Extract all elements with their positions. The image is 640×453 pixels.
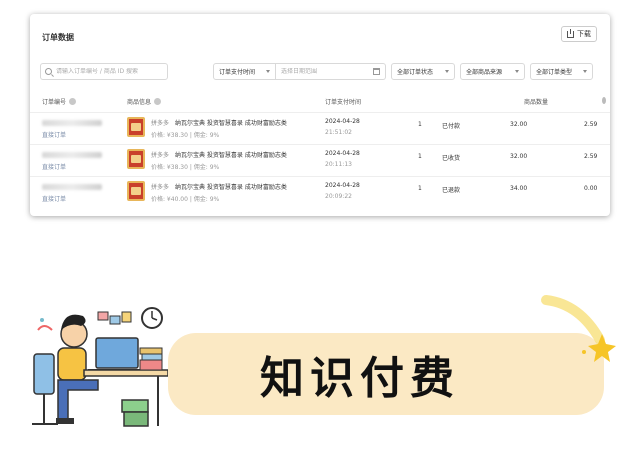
orders-card: 订单数据 下载 订单支付时间 全部订单状态 全部商品来源 全部订单类型 订单编号… [30,14,610,216]
header-more [602,97,606,104]
box-stack [121,399,149,427]
download-icon [567,28,574,38]
source-select[interactable]: 全部商品来源 [460,63,525,80]
header-order-id: 订单编号 [42,97,77,106]
source-value: 全部商品来源 [466,69,503,76]
order-type: 直接订单 [42,132,67,139]
product-name[interactable]: 纳瓦尔宝典 投资智慧喜录 成功财富励志类 [175,118,317,127]
commission: 2.59 [584,121,598,128]
shop-name: 拼多多 [151,184,170,191]
person-at-laptop-illustration [32,307,169,427]
header-label: 商品数量 [524,99,549,106]
product-name[interactable]: 纳瓦尔宝典 投资智慧喜录 成功财富励志类 [175,182,317,191]
pay-date: 2024-04-28 [325,118,360,125]
search-input[interactable] [56,68,161,75]
card-title: 订单数据 [42,33,74,42]
banner-title: 知识付费 [260,353,460,404]
shop-name: 拼多多 [151,120,170,127]
header-label: 订单编号 [42,99,67,106]
shooting-star-icon [541,295,616,362]
download-label: 下载 [577,30,591,38]
help-icon [602,97,606,104]
table-header: 订单编号 商品信息 订单支付时间 商品数量 [30,94,610,110]
product-thumbnail [127,117,145,137]
chevron-down-icon [583,70,587,73]
product-price: 价格: ¥38.30 | 佣金: 9% [151,164,220,171]
order-id-blurred [42,120,102,126]
pay-date: 2024-04-28 [325,182,360,189]
product-price: 价格: ¥40.00 | 佣金: 9% [151,196,220,203]
quantity: 1 [418,185,422,192]
chevron-down-icon [266,70,270,73]
commission: 0.00 [584,185,598,192]
chair [32,353,58,425]
pay-time: 20:09:22 [325,193,352,200]
download-button[interactable]: 下载 [561,26,597,42]
calendar-icon [373,68,380,75]
laptop-icon [88,337,140,371]
pay-time: 20:11:13 [325,161,352,168]
date-range-picker[interactable] [276,63,386,80]
table-row[interactable]: 直接订单 拼多多 纳瓦尔宝典 投资智慧喜录 成功财富励志类 价格: ¥38.30… [30,144,610,175]
product-price: 价格: ¥38.30 | 佣金: 9% [151,132,220,139]
header-product-info: 商品信息 [127,97,162,106]
order-id-blurred [42,184,102,190]
pay-date: 2024-04-28 [325,150,360,157]
header-pay-time: 订单支付时间 [325,97,361,106]
date-range-input[interactable] [281,68,361,75]
header-quantity: 商品数量 [524,97,548,106]
product-name[interactable]: 纳瓦尔宝典 投资智慧喜录 成功财富励志类 [175,150,317,159]
order-status: 已付款 [442,123,461,130]
amount: 32.00 [510,121,528,128]
chevron-down-icon [445,70,449,73]
order-type: 直接订单 [42,164,67,171]
amount: 34.00 [510,185,528,192]
help-icon[interactable] [154,98,162,105]
product-thumbnail [127,149,145,169]
order-type-select[interactable]: 全部订单类型 [530,63,593,80]
order-status: 已退款 [442,187,461,194]
order-type-value: 全部订单类型 [536,69,573,76]
wall-clock-icon [141,307,163,329]
quantity: 1 [418,121,422,128]
pay-time: 21:51:02 [325,129,352,136]
search-box[interactable] [40,63,168,80]
search-icon [45,68,52,75]
commission: 2.59 [584,153,598,160]
status-select[interactable]: 全部订单状态 [391,63,455,80]
header-label: 商品信息 [127,99,152,106]
chevron-down-icon [515,70,519,73]
time-type-value: 订单支付时间 [219,69,256,76]
help-icon[interactable] [69,98,77,105]
table-row[interactable]: 直接订单 拼多多 纳瓦尔宝典 投资智慧喜录 成功财富励志类 价格: ¥40.00… [30,176,610,207]
shop-name: 拼多多 [151,152,170,159]
quantity: 1 [418,153,422,160]
table-row[interactable]: 直接订单 拼多多 纳瓦尔宝典 投资智慧喜录 成功财富励志类 价格: ¥38.30… [30,112,610,143]
order-id-blurred [42,152,102,158]
amount: 32.00 [510,153,528,160]
time-type-select[interactable]: 订单支付时间 [213,63,276,80]
status-value: 全部订单状态 [397,69,434,76]
product-thumbnail [127,181,145,201]
header-label: 订单支付时间 [325,99,362,106]
order-type: 直接订单 [42,196,67,203]
order-status: 已收货 [442,155,461,162]
